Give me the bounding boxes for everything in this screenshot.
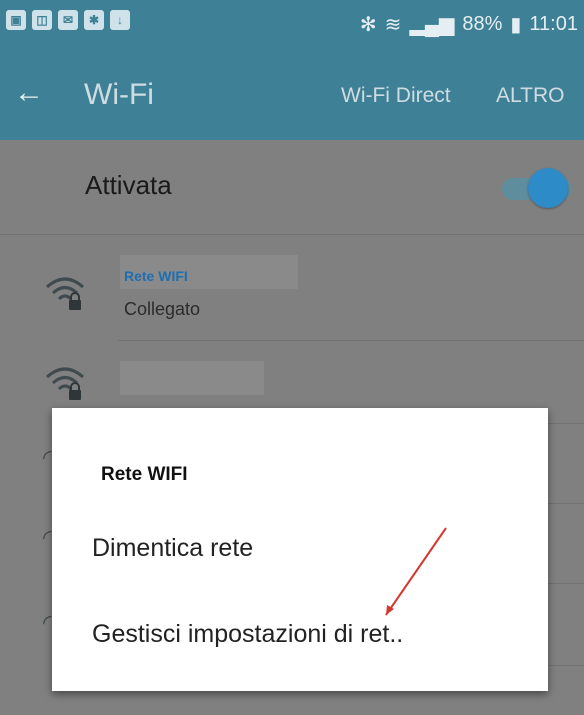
annotation-arrow	[385, 527, 447, 616]
